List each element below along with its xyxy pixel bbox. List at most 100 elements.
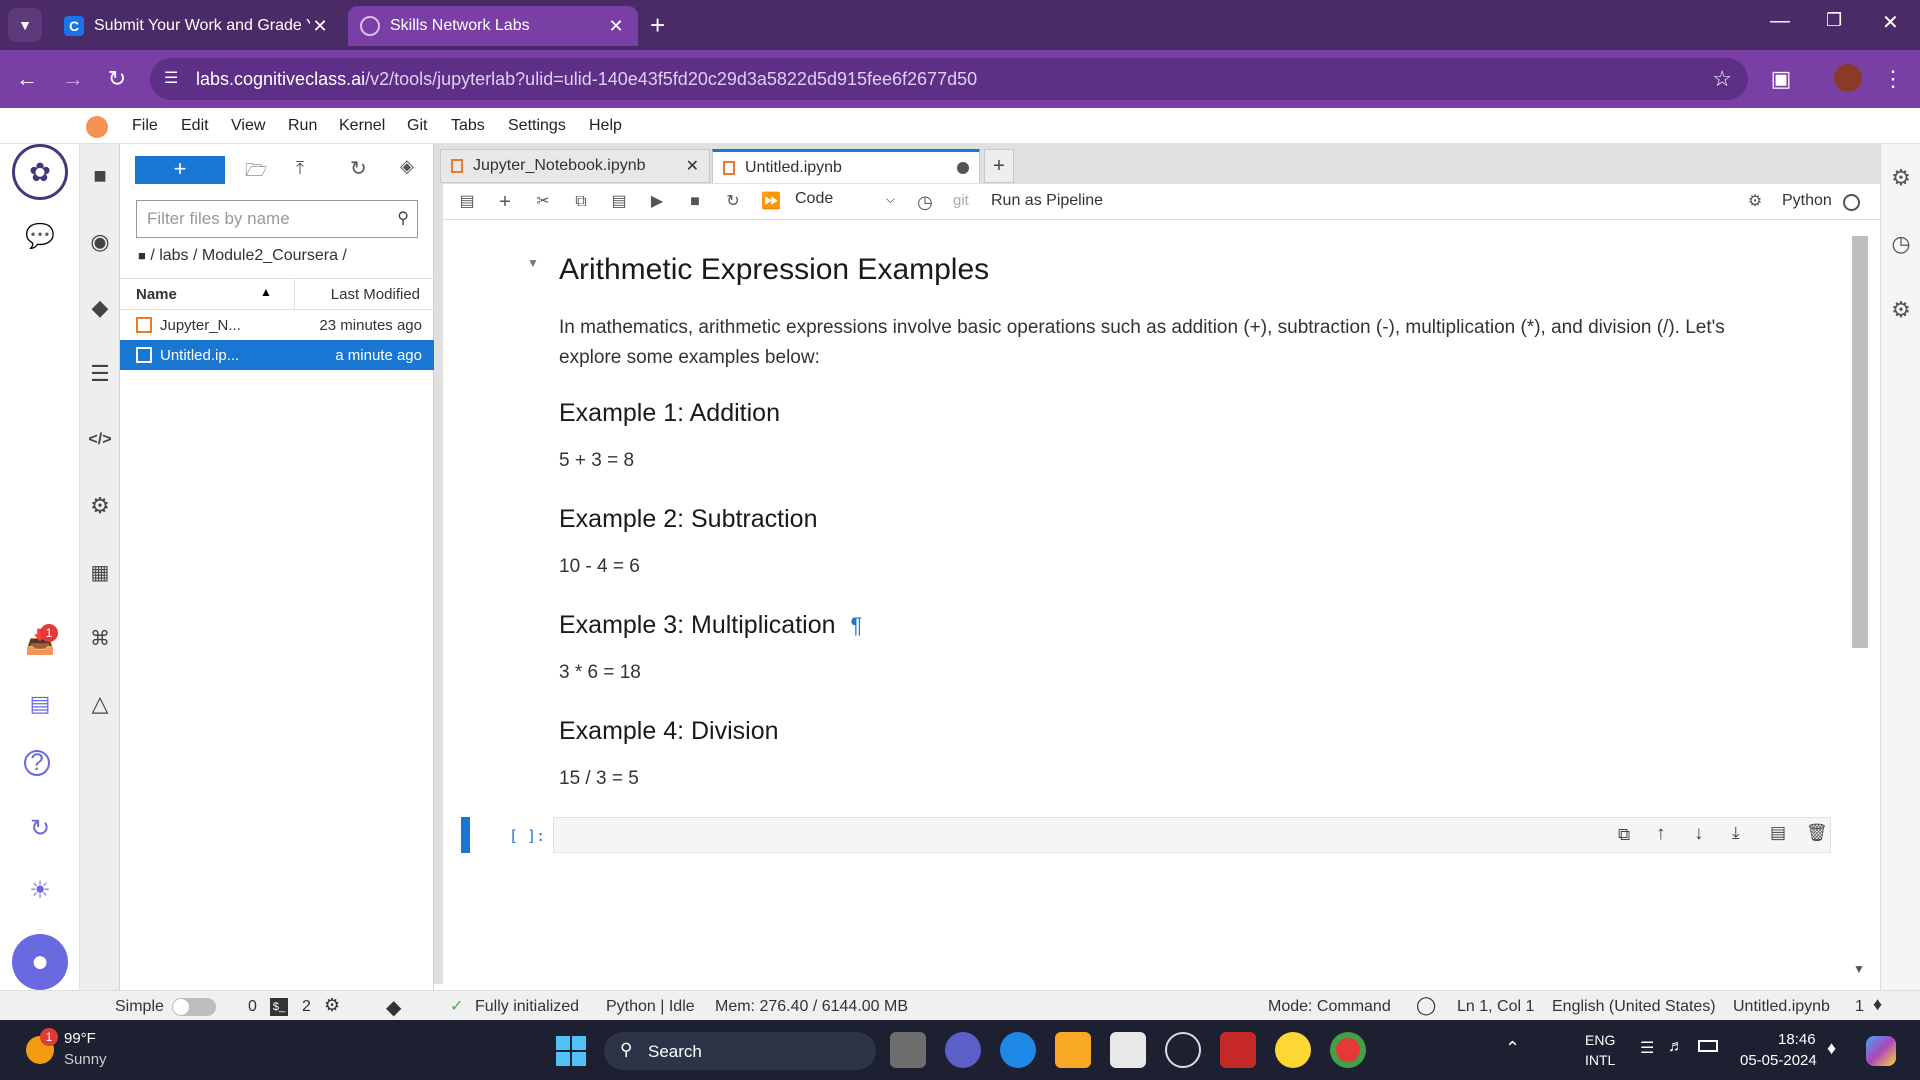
notifications-bell-icon[interactable]: ♦	[1827, 1038, 1836, 1059]
menu-view[interactable]: View	[231, 117, 265, 135]
browser-tab-skills[interactable]: Skills Network Labs ✕	[348, 6, 638, 46]
insert-above-icon[interactable]: ⤓	[1732, 823, 1740, 843]
extensions-puzzle-icon[interactable]: △	[84, 688, 116, 720]
collapse-caret-icon[interactable]: ▼	[527, 256, 539, 270]
git-label[interactable]: git	[953, 192, 969, 209]
restart-icon[interactable]: ↻	[721, 190, 745, 214]
scroll-down-arrow[interactable]: ▼	[1853, 962, 1865, 976]
doc-tab-jupyter-notebook[interactable]: Jupyter_Notebook.ipynb ✕	[440, 149, 710, 183]
profile-avatar[interactable]	[1834, 64, 1862, 92]
simple-mode-toggle[interactable]	[172, 998, 216, 1016]
bookmark-star-icon[interactable]: ☆	[1712, 66, 1732, 92]
insert-cell-icon[interactable]: +	[493, 190, 517, 214]
reload-button[interactable]: ↻	[100, 62, 134, 96]
copy-icon[interactable]: ⧉	[569, 190, 593, 214]
property-inspector-gears-icon[interactable]: ⚙	[1885, 162, 1917, 194]
upload-icon[interactable]: ⤒	[296, 158, 304, 179]
document-icon[interactable]: ▤	[24, 688, 56, 720]
save-icon[interactable]: ▤	[455, 190, 479, 214]
cursor-position[interactable]: Ln 1, Col 1	[1457, 998, 1534, 1016]
new-launcher-button[interactable]: +	[135, 156, 225, 184]
close-window-button[interactable]: ✕	[1882, 10, 1899, 35]
clock-time[interactable]: 18:46	[1778, 1031, 1816, 1048]
user-avatar-icon[interactable]: ●	[12, 934, 68, 990]
file-row-untitled[interactable]: Untitled.ip... a minute ago	[120, 340, 434, 370]
file-explorer-app-icon[interactable]	[890, 1032, 926, 1068]
chat-icon[interactable]: 💬	[24, 220, 56, 252]
clock-date[interactable]: 05-05-2024	[1740, 1052, 1817, 1069]
code-snippets-icon[interactable]: </>	[84, 424, 116, 456]
paste-icon[interactable]: ▤	[607, 190, 631, 214]
close-tab-icon[interactable]: ✕	[606, 16, 626, 37]
dell-app-icon[interactable]	[1165, 1032, 1201, 1068]
volume-icon[interactable]: ♬	[1668, 1038, 1684, 1056]
more-menu-icon[interactable]: ⋮	[1876, 62, 1910, 96]
git-icon[interactable]: ◆	[84, 292, 116, 324]
run-all-icon[interactable]: ⏩	[759, 190, 783, 214]
dashboard-gauge-icon[interactable]: ◷	[1885, 228, 1917, 260]
forward-button[interactable]: →	[56, 62, 90, 96]
chrome-app-icon[interactable]	[1330, 1032, 1366, 1068]
input-language-1[interactable]: ENG	[1585, 1032, 1615, 1048]
settings-gear-icon[interactable]: ⚙	[84, 490, 116, 522]
menu-run[interactable]: Run	[288, 117, 317, 135]
url-input[interactable]: ☰ labs.cognitiveclass.ai/v2/tools/jupyte…	[150, 58, 1748, 100]
pilcrow-anchor-link[interactable]: ¶	[850, 613, 862, 638]
doc-tab-untitled[interactable]: Untitled.ipynb	[712, 149, 980, 183]
debugger-bug-icon[interactable]: ⚙	[1743, 190, 1767, 214]
edge-app-icon[interactable]	[1000, 1032, 1036, 1068]
sync-icon[interactable]: ↻	[24, 812, 56, 844]
menu-file[interactable]: File	[132, 117, 158, 135]
kernel-name[interactable]: Python	[1782, 192, 1832, 210]
bell-icon[interactable]: ♦	[1873, 994, 1882, 1015]
terminals-count[interactable]: 0	[248, 998, 257, 1016]
chevron-up-icon[interactable]: ⌃	[1505, 1038, 1520, 1059]
teams-app-icon[interactable]	[945, 1032, 981, 1068]
run-as-pipeline-button[interactable]: Run as Pipeline	[991, 192, 1103, 210]
git-clone-icon[interactable]: ◈	[400, 156, 414, 177]
tab-search-button[interactable]: ▼	[8, 8, 42, 42]
new-folder-icon[interactable]: 🗁	[245, 158, 267, 188]
delete-cell-icon[interactable]: 🗑	[1806, 823, 1828, 843]
duplicate-cell-icon[interactable]: ⧉	[1618, 825, 1630, 845]
input-language-2[interactable]: INTL	[1585, 1052, 1615, 1068]
kernels-count[interactable]: 2	[302, 998, 311, 1016]
refresh-icon[interactable]: ↻	[350, 156, 367, 181]
theme-toggle-icon[interactable]: ☀	[24, 874, 56, 906]
elyra-icon[interactable]: ⌘	[84, 622, 116, 654]
move-down-icon[interactable]: ↓	[1694, 823, 1704, 845]
battery-icon[interactable]	[1698, 1040, 1718, 1052]
modified-column-header[interactable]: Last Modified	[331, 286, 420, 303]
folder-icon[interactable]: ■	[84, 160, 116, 192]
menu-tabs[interactable]: Tabs	[451, 117, 485, 135]
menu-edit[interactable]: Edit	[181, 117, 209, 135]
property-inspector-icon[interactable]: ▦	[84, 556, 116, 588]
windows-start-icon[interactable]	[556, 1036, 586, 1066]
file-row-jupyter-notebook[interactable]: Jupyter_N... 23 minutes ago	[120, 310, 434, 340]
folder-app-icon[interactable]	[1055, 1032, 1091, 1068]
back-button[interactable]: ←	[10, 62, 44, 96]
run-icon[interactable]: ▶	[645, 190, 669, 214]
table-of-contents-icon[interactable]: ☰	[84, 358, 116, 390]
insert-below-icon[interactable]: ▤	[1770, 823, 1786, 843]
copilot-icon[interactable]	[1866, 1036, 1896, 1066]
code-cell-input[interactable]: ⧉ ↑ ↓ ⤓ ▤ 🗑	[553, 817, 1831, 853]
site-info-icon[interactable]: ☰	[164, 68, 178, 88]
spellcheck-language[interactable]: English (United States)	[1552, 998, 1716, 1016]
wifi-icon[interactable]: ☰	[1640, 1038, 1654, 1058]
menu-kernel[interactable]: Kernel	[339, 117, 385, 135]
close-tab-icon[interactable]: ✕	[310, 16, 330, 37]
menu-git[interactable]: Git	[407, 117, 427, 135]
filter-files-input[interactable]: Filter files by name ⚲	[136, 200, 418, 238]
debugger-icon[interactable]: ⚙	[1885, 294, 1917, 326]
new-tab-button[interactable]: +	[650, 10, 665, 41]
taskbar-search[interactable]: ⚲ Search	[604, 1032, 876, 1070]
add-tab-button[interactable]: +	[984, 149, 1014, 183]
git-status-icon[interactable]: ◆	[386, 995, 401, 1020]
stop-icon[interactable]: ■	[683, 190, 707, 214]
notebook-scrollbar-thumb[interactable]	[1852, 236, 1868, 648]
norton-app-icon[interactable]	[1275, 1032, 1311, 1068]
help-icon[interactable]: ?	[24, 749, 50, 776]
close-icon[interactable]: ✕	[686, 156, 699, 176]
move-up-icon[interactable]: ↑	[1656, 823, 1666, 845]
